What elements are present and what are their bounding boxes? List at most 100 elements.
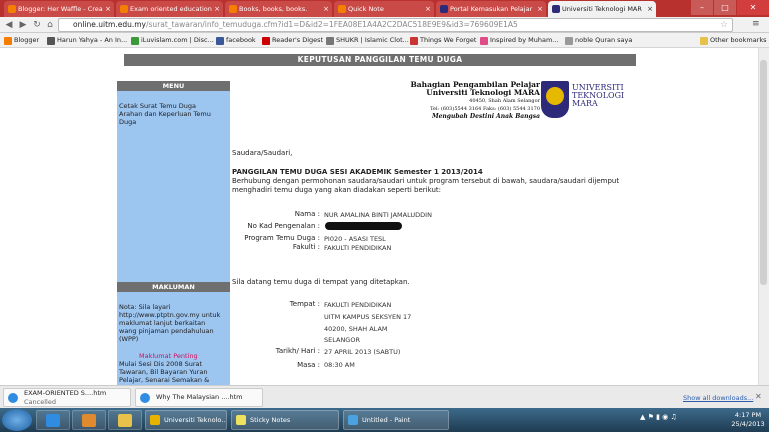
field-label: Program Temu Duga : xyxy=(244,234,320,242)
program-value: PI020 - ASASI TESL xyxy=(324,235,386,243)
media-taskbar-icon[interactable] xyxy=(72,410,106,430)
venue-label: Tempat : xyxy=(289,300,320,308)
address-bar[interactable]: online.uitm.edu.my/surat_tawaran/info_te… xyxy=(58,18,733,32)
explorer-taskbar-icon[interactable] xyxy=(108,410,142,430)
paint-icon xyxy=(348,415,358,425)
download-item[interactable]: EXAM-ORIENTED S....htm Cancelled xyxy=(3,388,131,407)
blogger-icon xyxy=(8,5,16,13)
other-bookmarks[interactable]: Other bookmarks xyxy=(700,35,767,46)
forward-icon[interactable]: ▶ xyxy=(17,19,29,31)
menu-item-instructions-cont[interactable]: Duga xyxy=(119,118,136,126)
menu-icon[interactable]: ≡ xyxy=(752,19,760,29)
note-line: wang pinjaman pendahuluan xyxy=(119,327,214,335)
intro-line-1: Berhubung dengan permohonan saudara/saud… xyxy=(232,177,620,185)
invite-text: Sila datang temu duga di tempat yang dit… xyxy=(232,278,410,286)
close-tab-icon[interactable]: × xyxy=(647,1,653,17)
downloads-bar: EXAM-ORIENTED S....htm Cancelled Why The… xyxy=(0,385,769,408)
page-icon xyxy=(262,37,270,45)
tab-uitm-active[interactable]: Universiti Teknologi MAR × xyxy=(548,1,656,17)
show-all-downloads-link[interactable]: Show all downloads... xyxy=(683,394,753,402)
logo-emblem xyxy=(546,87,564,105)
back-icon[interactable]: ◀ xyxy=(3,19,15,31)
close-tab-icon[interactable]: × xyxy=(214,1,220,17)
windows-taskbar: Universiti Teknolo... Sticky Notes Untit… xyxy=(0,408,769,432)
media-icon xyxy=(82,414,96,427)
tab-exam[interactable]: Exam oriented education × xyxy=(116,1,223,17)
bookmark-item[interactable]: Reader's Digest xyxy=(262,35,323,46)
maximize-icon[interactable]: □ xyxy=(714,0,736,15)
tab-strip: Blogger: Her Waffle - Crea × Exam oriente… xyxy=(0,0,769,17)
start-button[interactable] xyxy=(2,409,32,431)
logo-line: MARA xyxy=(572,99,598,108)
home-icon[interactable]: ⌂ xyxy=(44,19,56,31)
reload-icon[interactable]: ↻ xyxy=(31,19,43,31)
browser-window: Blogger: Her Waffle - Crea × Exam oriente… xyxy=(0,0,769,432)
web-page: KEPUTUSAN PANGGILAN TEMU DUGA MENU Cetak… xyxy=(0,48,769,385)
close-tab-icon[interactable]: × xyxy=(425,1,431,17)
bookmark-item[interactable]: iLuvislam.com | Disc... xyxy=(131,35,214,46)
tab-books[interactable]: Books, books, books. × xyxy=(225,1,332,17)
close-downloads-icon[interactable]: ✕ xyxy=(755,392,762,401)
clock-time: 4:17 PM xyxy=(734,411,762,419)
uitm-logo xyxy=(541,81,569,118)
bookmark-item[interactable]: facebook xyxy=(216,35,256,46)
page-icon xyxy=(410,37,418,45)
motto: Mengubah Destini Anak Bangsa xyxy=(431,113,540,120)
page-banner: KEPUTUSAN PANGGILAN TEMU DUGA xyxy=(124,54,636,66)
letter-header: Bahagian Pengambilan Pelajar Universiti … xyxy=(380,81,540,121)
letter-heading: PANGGILAN TEMU DUGA SESI AKADEMIK Semest… xyxy=(232,168,483,176)
ie-taskbar-icon[interactable] xyxy=(36,410,70,430)
bookmark-item[interactable]: Blogger xyxy=(4,35,39,46)
menu-item-instructions[interactable]: Arahan dan Keperluan Temu xyxy=(119,110,211,118)
system-tray[interactable]: ▲ ⚑ ▮ ◉ ♫ xyxy=(640,413,677,421)
close-tab-icon[interactable]: × xyxy=(537,1,543,17)
intro-line-2: menghadiri temu duga yang akan diadakan … xyxy=(232,186,441,194)
ie-icon xyxy=(46,414,60,427)
chrome-icon xyxy=(140,393,150,403)
blogger-icon xyxy=(120,5,128,13)
taskbar-window-chrome[interactable]: Universiti Teknolo... xyxy=(145,410,227,430)
taskbar-label: Universiti Teknolo... xyxy=(164,416,227,424)
note-line: http://www.ptptn.gov.my untuk xyxy=(119,311,221,319)
bookmark-item[interactable]: Things We Forget xyxy=(410,35,476,46)
note-line: (WPP) xyxy=(119,335,139,343)
uitm-icon xyxy=(552,5,560,13)
field-label: Nama : xyxy=(294,210,320,218)
minimize-icon[interactable]: – xyxy=(691,0,713,15)
venue-line: UITM KAMPUS SEKSYEN 17 xyxy=(324,313,412,321)
field-label: No Kad Pengenalan : xyxy=(247,222,320,230)
sidebar: MENU Cetak Surat Temu Duga Arahan dan Ke… xyxy=(117,81,230,385)
download-status: Cancelled xyxy=(24,398,56,406)
close-tab-icon[interactable]: × xyxy=(323,1,329,17)
note-line: Pelajar, Senarai Semakan & xyxy=(119,376,210,384)
download-name: Why The Malaysian ....htm xyxy=(156,393,243,401)
clock[interactable]: 4:17 PM 25/4/2013 xyxy=(727,411,769,429)
close-window-icon[interactable]: ✕ xyxy=(737,0,769,15)
bookmark-item[interactable]: SHUKR | Islamic Clot... xyxy=(326,35,409,46)
menu-item-print[interactable]: Cetak Surat Temu Duga xyxy=(119,102,196,110)
note-line: Tawaran, Bil Bayaran Yuran xyxy=(119,368,208,376)
venue-line: 40200, SHAH ALAM xyxy=(324,325,388,333)
download-item[interactable]: Why The Malaysian ....htm xyxy=(135,388,263,407)
close-tab-icon[interactable]: × xyxy=(105,1,111,17)
navigation-toolbar: ◀ ▶ ↻ ⌂ online.uitm.edu.my/surat_tawaran… xyxy=(0,17,769,33)
window-controls: – □ ✕ xyxy=(690,0,769,16)
page-icon xyxy=(326,37,334,45)
taskbar-label: Sticky Notes xyxy=(250,416,291,424)
blogger-icon xyxy=(338,5,346,13)
bookmark-item[interactable]: noble Quran saya xyxy=(565,35,632,46)
bookmark-star-icon[interactable]: ☆ xyxy=(720,20,728,30)
bookmark-item[interactable]: Inspired by Muham... xyxy=(480,35,558,46)
tab-quick-note[interactable]: Quick Note × xyxy=(334,1,434,17)
taskbar-window-sticky[interactable]: Sticky Notes xyxy=(231,410,339,430)
bookmark-item[interactable]: Harun Yahya - An In... xyxy=(47,35,127,46)
chrome-icon xyxy=(150,415,160,425)
tab-blogger[interactable]: Blogger: Her Waffle - Crea × xyxy=(4,1,114,17)
tab-portal[interactable]: Portal Kemasukan Pelajar × xyxy=(436,1,546,17)
download-name: EXAM-ORIENTED S....htm xyxy=(24,389,107,397)
taskbar-window-paint[interactable]: Untitled - Paint xyxy=(343,410,449,430)
scrollbar-thumb[interactable] xyxy=(760,60,767,285)
folder-icon xyxy=(700,37,708,45)
venue-line: FAKULTI PENDIDIKAN xyxy=(324,301,392,309)
venue-line: SELANGOR xyxy=(324,336,360,344)
